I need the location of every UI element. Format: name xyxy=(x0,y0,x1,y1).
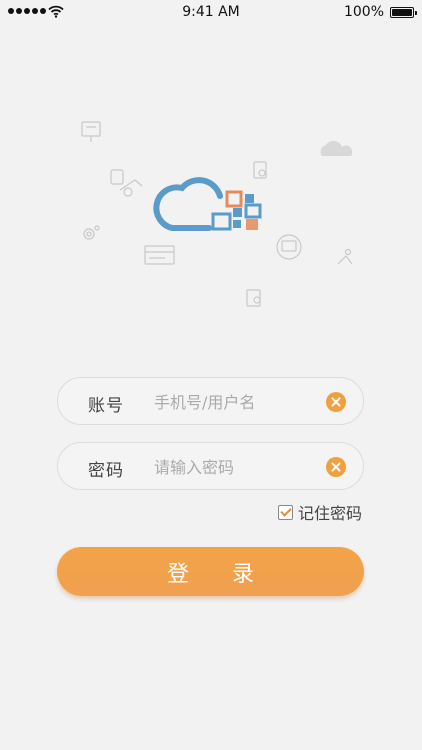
account-label: 账号 xyxy=(88,396,124,416)
tools-icon xyxy=(110,169,143,197)
password-field: 密码 xyxy=(57,442,364,490)
card-icon xyxy=(144,245,175,265)
status-bar: 9:41 AM 100% xyxy=(0,0,422,24)
account-clear-button[interactable] xyxy=(326,392,346,412)
password-input[interactable] xyxy=(152,454,316,480)
cloud-icon xyxy=(320,140,353,156)
map-pin-icon xyxy=(337,248,353,265)
account-field: 账号 xyxy=(57,377,364,425)
password-label: 密码 xyxy=(88,461,124,481)
document-icon xyxy=(81,121,101,142)
cloud-logo-icon xyxy=(153,177,262,231)
gear-icon xyxy=(83,225,100,240)
remember-password[interactable]: 记住密码 xyxy=(277,500,362,524)
account-input[interactable] xyxy=(152,389,316,415)
id-card-icon xyxy=(276,234,302,260)
battery-percent: 100% xyxy=(343,4,384,20)
document-bottom-icon xyxy=(246,289,261,307)
remember-label: 记住密码 xyxy=(297,504,362,523)
battery-icon xyxy=(390,7,417,18)
document-small-icon xyxy=(253,161,267,179)
login-button[interactable]: 登 录 xyxy=(57,547,364,596)
illustration xyxy=(81,121,353,307)
remember-checkbox[interactable] xyxy=(277,504,293,520)
password-clear-button[interactable] xyxy=(326,457,346,477)
